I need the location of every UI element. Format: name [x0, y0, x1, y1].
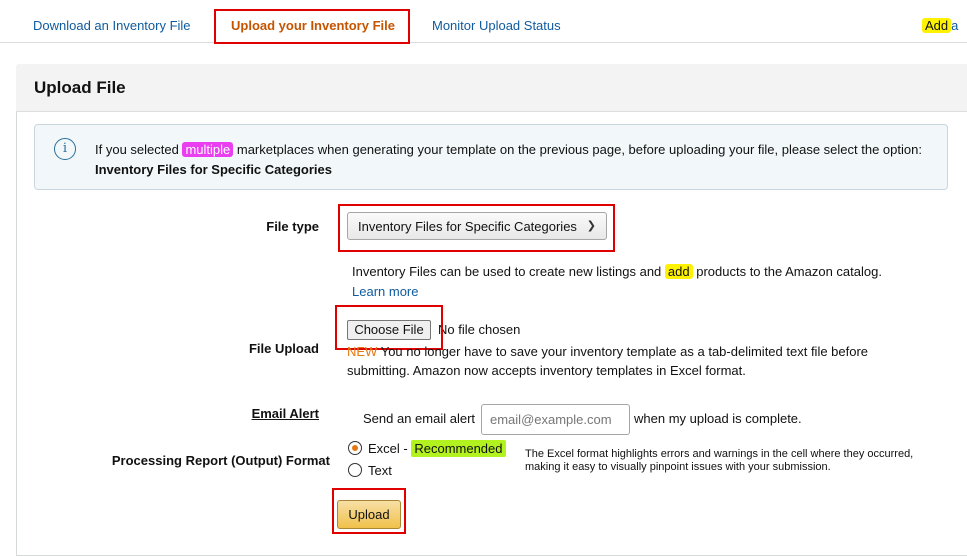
info-message: If you selected multiple marketplaces wh… — [95, 140, 925, 180]
highlight-box-file-type — [338, 204, 615, 252]
report-format-note: The Excel format highlights errors and w… — [525, 448, 914, 473]
file-upload-note-text: You no longer have to save your inventor… — [347, 344, 869, 378]
email-alert-post: when my upload is complete. — [634, 411, 802, 426]
info-text-pre: If you selected — [95, 142, 183, 157]
file-type-label: File type — [266, 219, 319, 234]
radio-excel[interactable] — [348, 441, 362, 455]
report-format-label: Processing Report (Output) Format — [111, 453, 330, 468]
file-type-desc-post: products to the Amazon catalog. — [692, 264, 882, 279]
radio-excel-selected-dot — [352, 445, 358, 451]
option-text-label: Text — [368, 463, 392, 478]
option-excel-label: Excel - Recommended — [368, 440, 506, 457]
file-status: No file chosen — [438, 322, 521, 337]
radio-text[interactable] — [348, 463, 362, 477]
file-type-desc-highlight: add — [664, 264, 693, 279]
email-field[interactable] — [481, 404, 630, 435]
email-alert-pre: Send an email alert — [363, 411, 476, 426]
file-type-desc-pre: Inventory Files can be used to create ne… — [352, 264, 665, 279]
info-text-post: marketplaces when generating your templa… — [233, 142, 922, 157]
tab-monitor-upload-status[interactable]: Monitor Upload Status — [432, 18, 561, 33]
file-upload-note: NEW You no longer have to save your inve… — [347, 342, 907, 380]
highlight-box-upload — [332, 488, 406, 534]
file-upload-label: File Upload — [248, 341, 319, 356]
highlight-box-active-tab — [214, 9, 410, 44]
panel-title: Upload File — [34, 78, 126, 97]
add-link-label: Add — [922, 18, 952, 33]
option-excel-text: Excel - — [368, 441, 412, 456]
email-alert-label: Email Alert — [251, 406, 319, 421]
learn-more-link[interactable]: Learn more — [352, 284, 418, 299]
file-type-description: Inventory Files can be used to create ne… — [352, 262, 882, 302]
add-link[interactable]: Add a — [922, 18, 958, 33]
recommended-badge: Recommended — [411, 440, 506, 457]
add-link-suffix: a — [951, 18, 959, 33]
info-icon: i — [54, 138, 76, 160]
panel-header — [16, 64, 967, 112]
new-tag: NEW — [347, 344, 378, 359]
info-option: Inventory Files for Specific Categories — [95, 162, 332, 177]
info-highlight: multiple — [182, 142, 234, 157]
tab-download-inventory-file[interactable]: Download an Inventory File — [33, 18, 191, 33]
